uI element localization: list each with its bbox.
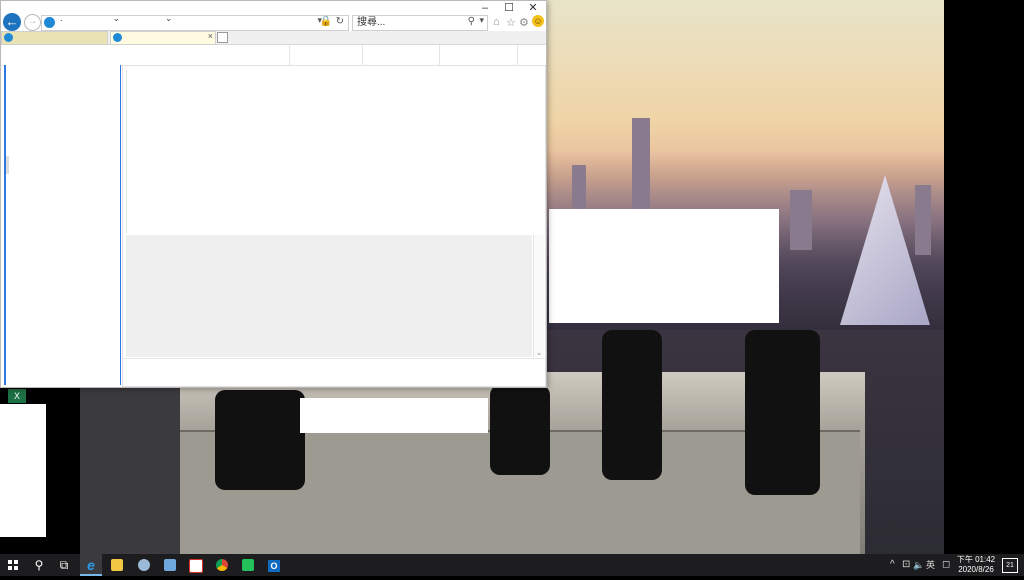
ime-indicator[interactable]: 英 (926, 554, 935, 576)
wallpaper-person (602, 330, 662, 480)
side-panel-marker (6, 156, 9, 174)
excel-icon[interactable]: X (8, 389, 26, 403)
taskbar-app-chrome[interactable] (211, 554, 233, 576)
desktop-black-edge (944, 0, 1024, 554)
windows-logo-icon (8, 560, 18, 570)
favorites-icon[interactable]: ☆ (506, 16, 516, 29)
network-app-icon (138, 559, 150, 571)
wallpaper-tower (915, 185, 931, 255)
browser-window: – ☐ ✕ ← → . ⌄ ⌄ ▾ 🔒 ↻ 搜尋... ⚲ ▾ ⌂ ☆ ⚙ ☺ (0, 0, 547, 388)
search-input[interactable]: 搜尋... ⚲ ▾ (352, 15, 488, 31)
folder-icon (111, 559, 123, 571)
search-dropdown-icon[interactable]: ▾ (479, 15, 484, 26)
desktop-popup (300, 398, 488, 433)
internet-explorer-icon: e (87, 557, 95, 573)
taskbar-app-outlook[interactable]: O (263, 554, 285, 576)
page-toolbar (1, 45, 546, 66)
tray-app-icon[interactable]: ◻ (942, 554, 950, 576)
forward-button[interactable]: → (24, 14, 41, 31)
wallpaper-tower (790, 190, 812, 250)
desktop-panel (0, 404, 46, 537)
tab-2[interactable]: × (110, 31, 216, 45)
feedback-smiley-icon[interactable]: ☺ (532, 15, 544, 27)
wallpaper-person (745, 330, 820, 495)
wallpaper-person (215, 390, 305, 490)
address-bar[interactable]: . ⌄ ⌄ ▾ 🔒 ↻ (41, 13, 349, 31)
taskbar-app-internet-explorer[interactable]: e (80, 554, 102, 576)
notification-count: 21 (1006, 562, 1014, 569)
desktop-popup (549, 209, 779, 323)
taskbar-app-notes[interactable] (159, 554, 181, 576)
lock-icon[interactable]: 🔒 (320, 16, 332, 27)
settings-icon[interactable]: ⚙ (519, 16, 529, 29)
task-view-button[interactable]: ⧉ (53, 554, 75, 576)
network-icon[interactable]: ⊡ (902, 554, 910, 576)
taskbar-app-network[interactable] (133, 554, 155, 576)
wallpaper-building (80, 385, 180, 554)
system-clock[interactable]: 下午 01:42 2020/8/26 (952, 555, 1000, 575)
taskbar: ⚲ ⧉ e O ^ ⊡ 🔈 英 ◻ 下午 01:42 2020/8/26 21 (0, 554, 1024, 576)
back-button[interactable]: ← (3, 13, 21, 31)
acrobat-icon (189, 559, 203, 573)
tab-close-icon[interactable]: × (208, 31, 213, 41)
line-icon (242, 559, 254, 571)
outlook-icon: O (268, 560, 280, 572)
notification-center-button[interactable]: 21 (1002, 558, 1018, 573)
taskbar-app-acrobat[interactable] (185, 554, 207, 576)
refresh-icon[interactable]: ↻ (336, 16, 344, 27)
new-tab-button[interactable] (217, 32, 228, 43)
search-icon[interactable]: ⚲ (468, 16, 475, 27)
tray-chevron-icon[interactable]: ^ (890, 554, 895, 576)
taskbar-app-file-explorer[interactable] (106, 554, 128, 576)
start-button[interactable] (2, 554, 24, 576)
chrome-icon (216, 559, 228, 571)
wallpaper-tower (572, 165, 586, 210)
toolbar-divider (439, 45, 440, 65)
clock-time: 下午 01:42 (956, 555, 996, 564)
clock-date: 2020/8/26 (958, 565, 994, 574)
toolbar-divider (362, 45, 363, 65)
volume-icon[interactable]: 🔈 (913, 554, 924, 576)
wallpaper-tower (632, 118, 650, 210)
search-placeholder: 搜尋... (357, 17, 386, 28)
navigation-bar: ← → . ⌄ ⌄ ▾ 🔒 ↻ 搜尋... ⚲ ▾ ⌂ ☆ ⚙ ☺ (1, 13, 546, 33)
content-footer (123, 358, 545, 385)
wallpaper-person (490, 385, 550, 475)
taskbar-app-line[interactable] (237, 554, 259, 576)
ie-tab-icon (4, 33, 13, 42)
scroll-down-icon[interactable]: ⌄ (534, 348, 544, 357)
content-upper-area (126, 70, 542, 233)
home-icon[interactable]: ⌂ (493, 16, 500, 28)
taskbar-search-button[interactable]: ⚲ (28, 554, 50, 576)
ie-page-icon (44, 17, 55, 28)
address-text: . ⌄ ⌄ (60, 13, 173, 23)
toolbar-divider (517, 45, 518, 65)
notes-app-icon (164, 559, 176, 571)
side-panel[interactable] (4, 65, 121, 385)
ie-tab-icon (113, 33, 122, 42)
toolbar-divider (289, 45, 290, 65)
page-content[interactable]: ⌄ (122, 65, 546, 387)
tab-bar: × (1, 31, 546, 45)
scrollbar[interactable]: ⌄ (533, 235, 544, 357)
tab-1[interactable] (1, 31, 108, 45)
content-grey-area (126, 235, 532, 357)
